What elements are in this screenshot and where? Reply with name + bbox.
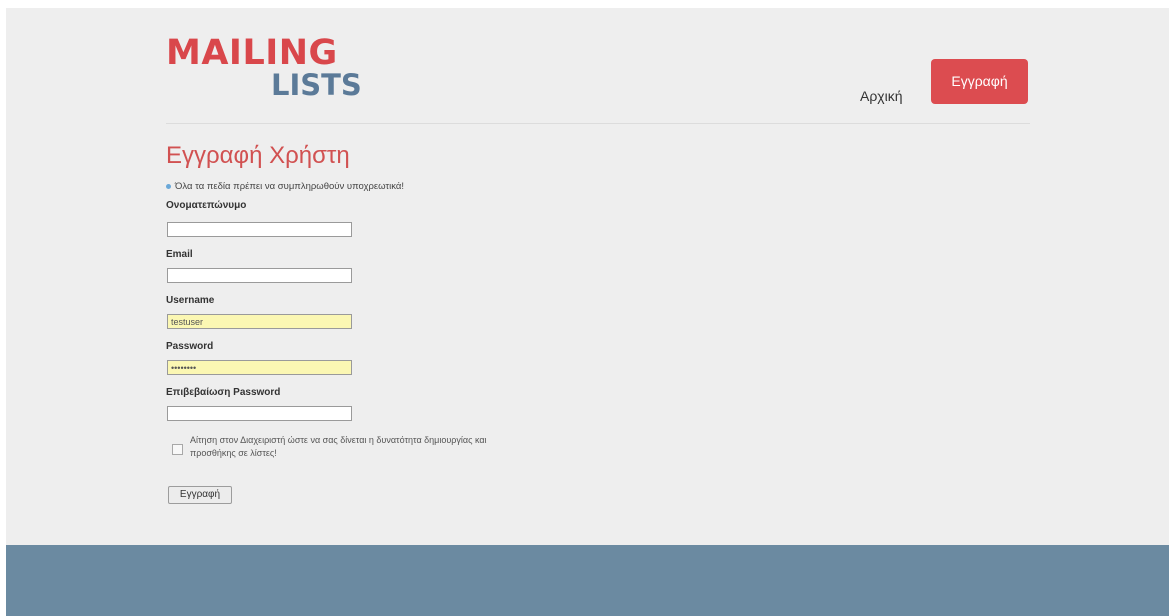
username-field[interactable] bbox=[167, 314, 352, 329]
info-bullet-icon bbox=[166, 183, 171, 189]
fullname-field[interactable] bbox=[167, 222, 352, 237]
mailing-lists-logo[interactable]: MAILING LISTS bbox=[166, 34, 366, 106]
required-note-text: Όλα τα πεδία πρέπει να συμπληρωθούν υποχ… bbox=[175, 181, 405, 192]
logo-text-lists: LISTS bbox=[271, 68, 362, 102]
nav-home-link[interactable]: Αρχική bbox=[860, 88, 903, 104]
admin-request-label: Αίτηση στον Διαχειριστή ώστε να σας δίνε… bbox=[190, 435, 487, 458]
logo-text-mailing: MAILING bbox=[166, 33, 338, 73]
page-title: Εγγραφή Χρήστη bbox=[166, 142, 350, 169]
footer-band bbox=[6, 545, 1169, 616]
confirm-password-field[interactable] bbox=[167, 406, 352, 421]
email-label: Email bbox=[166, 249, 193, 260]
email-field[interactable] bbox=[167, 268, 352, 283]
register-submit-button[interactable]: Εγγραφή bbox=[168, 486, 232, 504]
password-label: Password bbox=[166, 341, 214, 352]
fullname-label: Ονοματεπώνυμο bbox=[166, 200, 247, 211]
required-fields-note: Όλα τα πεδία πρέπει να συμπληρωθούν υποχ… bbox=[166, 181, 404, 192]
password-field[interactable] bbox=[167, 360, 352, 375]
username-label: Username bbox=[166, 295, 215, 306]
header-divider bbox=[166, 123, 1030, 124]
confirm-password-label: Επιβεβαίωση Password bbox=[166, 387, 281, 398]
admin-request-checkbox[interactable] bbox=[172, 444, 183, 455]
nav-register-button[interactable]: Εγγραφή bbox=[931, 59, 1028, 104]
